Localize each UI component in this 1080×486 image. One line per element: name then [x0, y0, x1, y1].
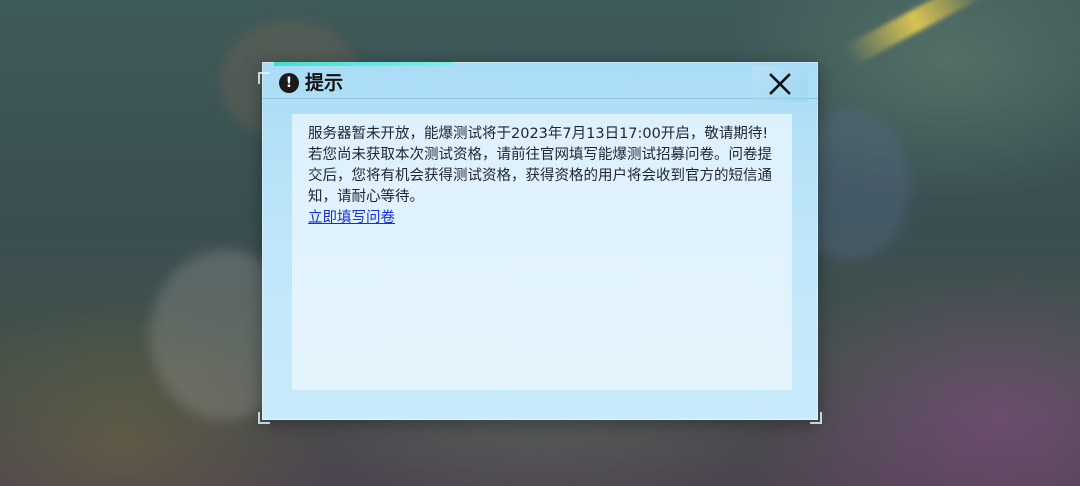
frame-corner-decoration: [258, 412, 270, 424]
exclamation-circle-icon: !: [279, 73, 299, 93]
message-paragraph-survey-info: 若您尚未获取本次测试资格，请前往官网填写能爆测试招募问卷。问卷提交后，您将有机会…: [308, 147, 772, 205]
dialog-title: 提示: [305, 72, 344, 94]
close-icon: [769, 73, 791, 95]
close-button[interactable]: [752, 66, 808, 102]
game-screen: ! 提示 服务器暂未开放，能爆测试将于2023年7月13日17:00开启，敬请期…: [0, 0, 1080, 486]
message-panel: 服务器暂未开放，能爆测试将于2023年7月13日17:00开启，敬请期待! 若您…: [292, 114, 792, 390]
fill-survey-link[interactable]: 立即填写问卷: [308, 210, 395, 226]
dialog-header: ! 提示: [262, 66, 818, 102]
notice-dialog: ! 提示 服务器暂未开放，能爆测试将于2023年7月13日17:00开启，敬请期…: [258, 62, 822, 424]
background-light-streak: [843, 0, 987, 66]
frame-corner-decoration: [810, 412, 822, 424]
message-body: 服务器暂未开放，能爆测试将于2023年7月13日17:00开启，敬请期待! 若您…: [308, 124, 780, 229]
message-paragraph-server-status: 服务器暂未开放，能爆测试将于2023年7月13日17:00开启，敬请期待!: [308, 126, 769, 142]
